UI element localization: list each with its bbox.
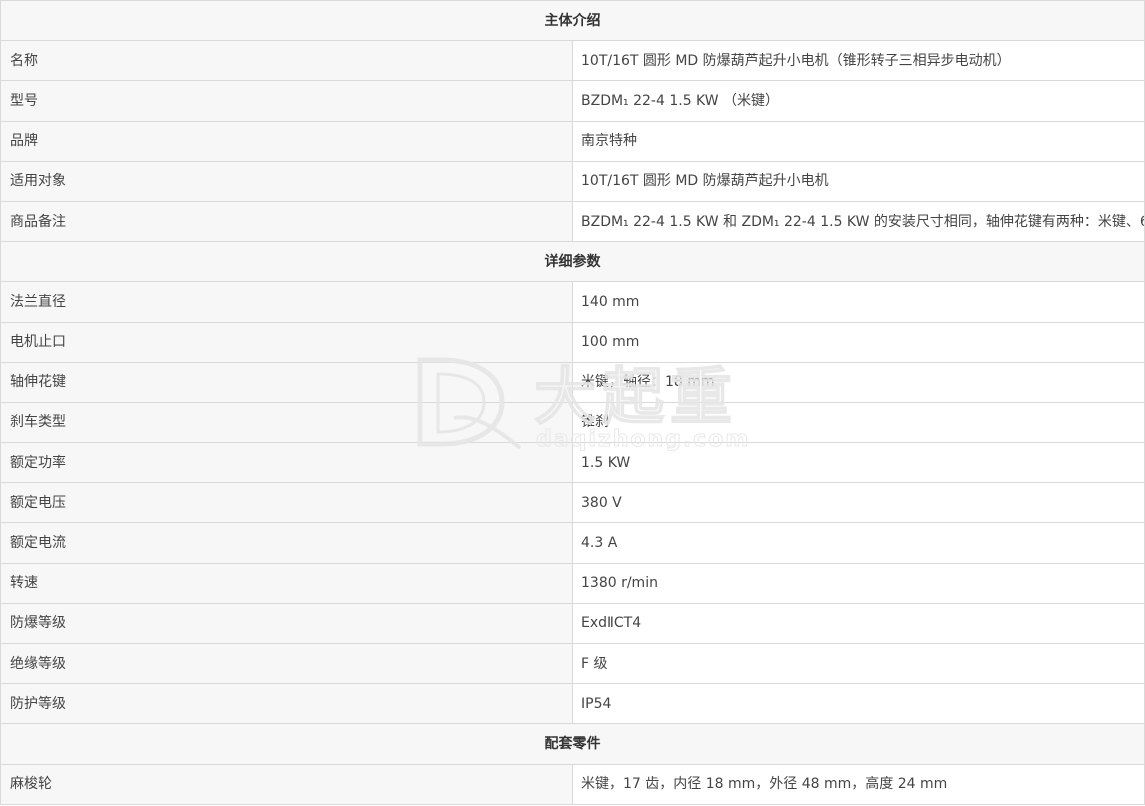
row-value: ExdⅡCT4 <box>572 602 1145 645</box>
table-row: 额定电压 380 V <box>0 482 1145 524</box>
row-value: IP54 <box>572 683 1145 725</box>
row-value: 10T/16T 圆形 MD 防爆葫芦起升小电机（锥形转子三相异步电动机） <box>572 40 1145 82</box>
row-value: BZDM₁ 22-4 1.5 KW 和 ZDM₁ 22-4 1.5 KW 的安装… <box>572 200 1145 243</box>
row-value: 锥刹 <box>572 401 1145 444</box>
row-label: 商品备注 <box>0 200 573 243</box>
row-value: 10T/16T 圆形 MD 防爆葫芦起升小电机 <box>572 160 1145 202</box>
table-row: 麻梭轮 米键，17 齿，内径 18 mm，外径 48 mm，高度 24 mm <box>0 763 1145 805</box>
table-row: 法兰直径 140 mm <box>0 281 1145 323</box>
table-row: 商品备注 BZDM₁ 22-4 1.5 KW 和 ZDM₁ 22-4 1.5 K… <box>0 200 1145 243</box>
row-value: 4.3 A <box>572 522 1145 564</box>
row-label: 麻梭轮 <box>0 763 573 805</box>
table-row: 轴伸花键 米键，轴径：18 mm <box>0 361 1145 403</box>
row-value: BZDM₁ 22-4 1.5 KW （米键） <box>572 80 1145 122</box>
row-value: 米键，17 齿，内径 18 mm，外径 48 mm，高度 24 mm <box>572 763 1145 805</box>
row-label: 额定电流 <box>0 522 573 564</box>
row-value: 1.5 KW <box>572 442 1145 484</box>
table-row: 刹车类型 锥刹 <box>0 401 1145 444</box>
row-value: 140 mm <box>572 281 1145 323</box>
row-label: 刹车类型 <box>0 401 573 444</box>
table-row: 品牌 南京特种 <box>0 120 1145 162</box>
row-label: 型号 <box>0 80 573 122</box>
row-label: 法兰直径 <box>0 281 573 323</box>
section-title: 主体介绍 <box>0 0 1145 42</box>
section-title: 配套零件 <box>0 723 1145 765</box>
row-label: 防爆等级 <box>0 602 573 645</box>
row-label: 额定电压 <box>0 482 573 524</box>
table-row: 电机止口 100 mm <box>0 321 1145 363</box>
table-row: 防爆等级 ExdⅡCT4 <box>0 602 1145 645</box>
row-label: 防护等级 <box>0 683 573 725</box>
row-label: 轴伸花键 <box>0 361 573 403</box>
section-header-parts: 配套零件 <box>0 723 1145 765</box>
row-label: 名称 <box>0 40 573 82</box>
row-value: 南京特种 <box>572 120 1145 162</box>
table-row: 型号 BZDM₁ 22-4 1.5 KW （米键） <box>0 80 1145 122</box>
section-header-main: 主体介绍 <box>0 0 1145 42</box>
row-label: 电机止口 <box>0 321 573 363</box>
table-row: 名称 10T/16T 圆形 MD 防爆葫芦起升小电机（锥形转子三相异步电动机） <box>0 40 1145 82</box>
table-row: 额定功率 1.5 KW <box>0 442 1145 484</box>
row-label: 品牌 <box>0 120 573 162</box>
row-label: 额定功率 <box>0 442 573 484</box>
section-header-details: 详细参数 <box>0 241 1145 283</box>
table-row: 防护等级 IP54 <box>0 683 1145 725</box>
table-row: 转速 1380 r/min <box>0 562 1145 604</box>
row-label: 适用对象 <box>0 160 573 202</box>
row-value: F 级 <box>572 642 1145 685</box>
section-title: 详细参数 <box>0 241 1145 283</box>
row-value: 380 V <box>572 482 1145 524</box>
table-row: 适用对象 10T/16T 圆形 MD 防爆葫芦起升小电机 <box>0 160 1145 202</box>
row-label: 转速 <box>0 562 573 604</box>
table-row: 额定电流 4.3 A <box>0 522 1145 564</box>
row-value: 100 mm <box>572 321 1145 363</box>
row-value: 1380 r/min <box>572 562 1145 604</box>
row-value: 米键，轴径：18 mm <box>572 361 1145 403</box>
table-row: 绝缘等级 F 级 <box>0 642 1145 685</box>
row-label: 绝缘等级 <box>0 642 573 685</box>
spec-table: 主体介绍 名称 10T/16T 圆形 MD 防爆葫芦起升小电机（锥形转子三相异步… <box>0 0 1145 805</box>
